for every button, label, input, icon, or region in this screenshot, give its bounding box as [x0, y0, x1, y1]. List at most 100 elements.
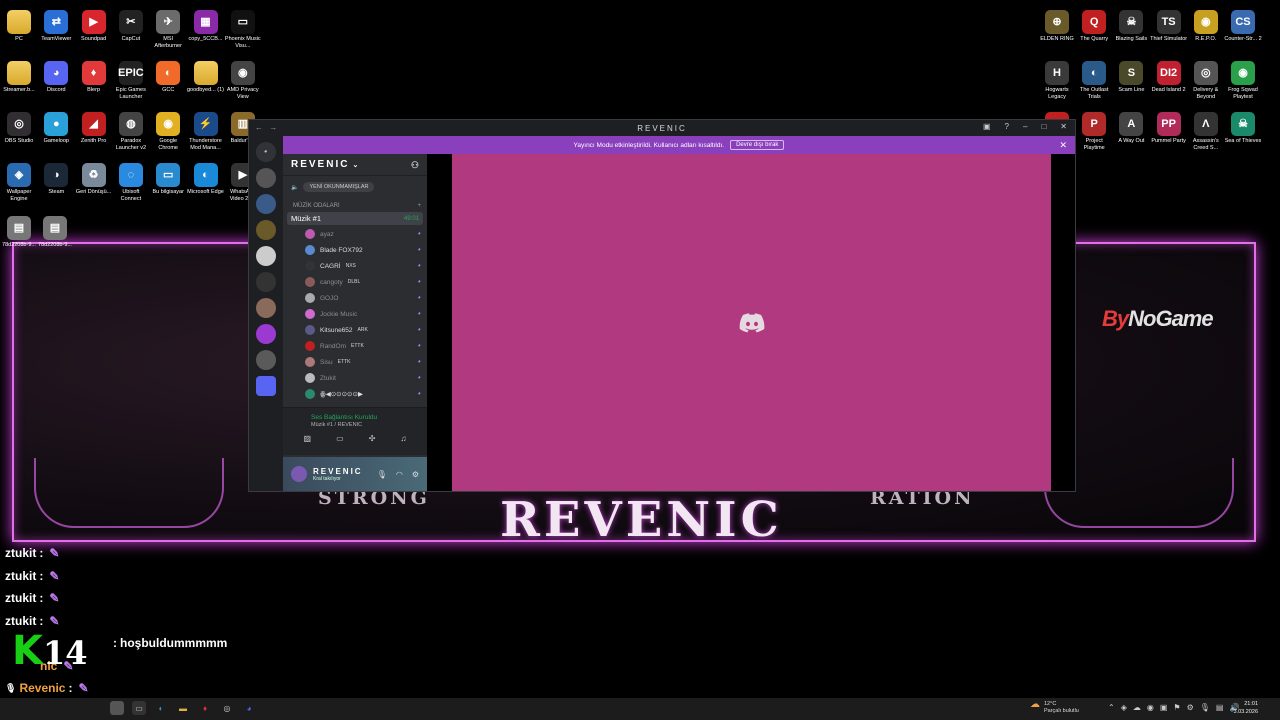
- desktop-icon[interactable]: H Hogwarts Legacy: [1038, 61, 1076, 100]
- help-icon[interactable]: ?: [1005, 122, 1011, 131]
- voice-user[interactable]: CAGRİ NXS ◕: [283, 258, 427, 274]
- desktop-icon[interactable]: ▭ Phoenix Music Visu...: [224, 10, 262, 49]
- desktop-icon[interactable]: ♻ Geri Dönüşü...: [75, 163, 113, 196]
- discord-icon[interactable]: ◕: [242, 701, 256, 715]
- desktop-icon[interactable]: Streamer.b...: [0, 61, 38, 94]
- desktop-icon[interactable]: ▤ 78d2208b-9...: [0, 216, 38, 249]
- desktop-icon[interactable]: ⊕ ELDEN RING: [1038, 10, 1076, 43]
- microphone-icon[interactable]: 🎙: [1200, 703, 1210, 712]
- category-header[interactable]: MÜZİK ODALARI +: [283, 198, 427, 211]
- desktop-icon[interactable]: ▭ Bu bilgisayar: [149, 163, 187, 196]
- activities-icon[interactable]: ✣: [369, 434, 376, 443]
- desktop-icon[interactable]: ◐ Microsoft Edge: [187, 163, 225, 196]
- weather-widget[interactable]: ☁ 12°C Parçalı bulutlu: [1030, 700, 1079, 715]
- desktop-icon[interactable]: ◐ The Outlast Trials: [1075, 61, 1113, 100]
- file-explorer-icon[interactable]: ▬: [176, 701, 190, 715]
- voice-user[interactable]: cangoty DLBL ◕: [283, 274, 427, 290]
- desktop-icon[interactable]: ▦ copy_5CCB...: [187, 10, 225, 43]
- nav-arrows-icon[interactable]: ← →: [255, 123, 279, 132]
- banner-close-icon[interactable]: ✕: [1059, 140, 1067, 151]
- server-icon[interactable]: [255, 220, 276, 240]
- minimize-icon[interactable]: –: [1023, 122, 1029, 131]
- desktop-icon[interactable]: ◎ Delivery & Beyond: [1187, 61, 1225, 100]
- microphone-icon[interactable]: 🎙: [377, 470, 387, 479]
- server-icon[interactable]: [255, 272, 276, 292]
- server-icon[interactable]: [255, 194, 276, 214]
- desktop-icon[interactable]: P Project Playtime: [1075, 112, 1113, 151]
- voice-user[interactable]: ayaz ◕: [283, 226, 427, 242]
- settings-gear-icon[interactable]: ⚙: [412, 470, 419, 479]
- desktop-icon[interactable]: S Scam Line: [1112, 61, 1150, 94]
- screen-share-icon[interactable]: ▭: [336, 434, 344, 443]
- taskbar-app-icon[interactable]: [110, 701, 124, 715]
- desktop-icon[interactable]: ◑ Steam: [37, 163, 75, 196]
- desktop-icon[interactable]: CS Counter-Str... 2: [1224, 10, 1262, 43]
- desktop-icon[interactable]: Λ Assassin's Creed S...: [1187, 112, 1225, 151]
- add-member-icon[interactable]: ⚇: [411, 160, 421, 171]
- desktop-icon[interactable]: ☠ Blazing Sails: [1112, 10, 1150, 43]
- desktop-icon[interactable]: ◌ Ubisoft Connect: [112, 163, 150, 202]
- desktop-icon[interactable]: ◉ Google Chrome: [149, 112, 187, 151]
- tray-icon[interactable]: ⌃: [1108, 703, 1115, 712]
- desktop-icon[interactable]: ▤ 78d2208b-9...: [36, 216, 74, 249]
- inbox-icon[interactable]: ▣: [983, 122, 993, 131]
- desktop-icon[interactable]: ✈ MSI Afterburner: [149, 10, 187, 49]
- voice-user[interactable]: Blade FOX792 ◕: [283, 242, 427, 258]
- voice-user[interactable]: GOJO ◕: [283, 290, 427, 306]
- clock[interactable]: 21:01 3.03.2026: [1234, 701, 1258, 716]
- desktop-icon[interactable]: ♦ Blerp: [75, 61, 113, 94]
- desktop-icon[interactable]: ⚡ Thunderstore Mod Mana...: [187, 112, 225, 151]
- edge-icon[interactable]: ◐: [154, 701, 168, 715]
- headphones-icon[interactable]: ◠: [396, 470, 403, 479]
- tray-icon[interactable]: ☁: [1133, 703, 1141, 712]
- desktop-icon[interactable]: ◈ Wallpaper Engine: [0, 163, 38, 202]
- tray-icon[interactable]: ⚙: [1187, 703, 1194, 712]
- tray-icon[interactable]: ⚑: [1173, 703, 1180, 712]
- desktop-icon[interactable]: ☠ Sea of Thieves: [1224, 112, 1262, 145]
- add-channel-icon[interactable]: +: [417, 203, 421, 209]
- video-stage[interactable]: [452, 154, 1051, 491]
- blerp-icon[interactable]: ♦: [198, 701, 212, 715]
- server-header[interactable]: REVENIC ⌄ ⚇: [283, 154, 427, 176]
- tray-icon[interactable]: ▣: [1160, 703, 1168, 712]
- tray-icon[interactable]: ◈: [1121, 703, 1127, 712]
- soundboard-icon[interactable]: ♫: [400, 434, 406, 443]
- desktop-icon[interactable]: ● Gameloop: [37, 112, 75, 145]
- voice-user[interactable]: Sisu ETTK ◕: [283, 354, 427, 370]
- taskbar-window-icon[interactable]: ▭: [132, 701, 146, 715]
- server-icon[interactable]: [255, 350, 276, 370]
- desktop-icon[interactable]: DI2 Dead Island 2: [1150, 61, 1188, 94]
- voice-user[interactable]: Kitsune652 ARK ◕: [283, 322, 427, 338]
- desktop-icon[interactable]: ▶ Soundpad: [75, 10, 113, 43]
- camera-off-icon[interactable]: ▨: [304, 434, 312, 443]
- desktop-icon[interactable]: PC: [0, 10, 38, 43]
- desktop-icon[interactable]: ⇄ TeamViewer: [37, 10, 75, 43]
- desktop-icon[interactable]: ◉ AMD Privacy View: [224, 61, 262, 100]
- tray-icon[interactable]: ◉: [1147, 703, 1154, 712]
- server-icon-active[interactable]: [255, 324, 276, 344]
- obs-icon[interactable]: ◎: [220, 701, 234, 715]
- voice-user[interactable]: Ztukit ◕: [283, 370, 427, 386]
- server-icon[interactable]: [255, 246, 276, 266]
- voice-user[interactable]: ꙮ◀⊙⊙⊙⊙⊙▶ ◕: [283, 386, 427, 402]
- voice-user[interactable]: Jockie Music ◕: [283, 306, 427, 322]
- desktop-icon[interactable]: TS Thief Simulator: [1150, 10, 1188, 43]
- avatar[interactable]: [291, 466, 307, 482]
- desktop-icon[interactable]: goodbyed... (1): [187, 61, 225, 94]
- server-icon[interactable]: [255, 168, 276, 188]
- new-unreads-pill[interactable]: YENİ OKUNMAMIŞLAR: [303, 182, 375, 192]
- desktop-icon[interactable]: ◍ Paradox Launcher v2: [112, 112, 150, 151]
- desktop-icon[interactable]: Q The Quarry: [1075, 10, 1113, 43]
- desktop-icon[interactable]: ✂ CapCut: [112, 10, 150, 43]
- desktop-icon[interactable]: ◢ Zenith Pro: [75, 112, 113, 145]
- maximize-icon[interactable]: □: [1041, 122, 1048, 131]
- server-icon[interactable]: [255, 298, 276, 318]
- desktop-icon[interactable]: ◎ OBS Studio: [0, 112, 38, 145]
- close-icon[interactable]: ✕: [1060, 122, 1069, 131]
- discord-home-icon[interactable]: ◕: [255, 142, 276, 162]
- desktop-icon[interactable]: PP Pummel Party: [1150, 112, 1188, 145]
- disable-streamer-mode-button[interactable]: Devre dışı bırak: [730, 140, 785, 150]
- desktop-icon[interactable]: ◐ GCC: [149, 61, 187, 94]
- desktop-icon[interactable]: ◉ R.E.P.O.: [1187, 10, 1225, 43]
- network-icon[interactable]: ▤: [1216, 703, 1224, 712]
